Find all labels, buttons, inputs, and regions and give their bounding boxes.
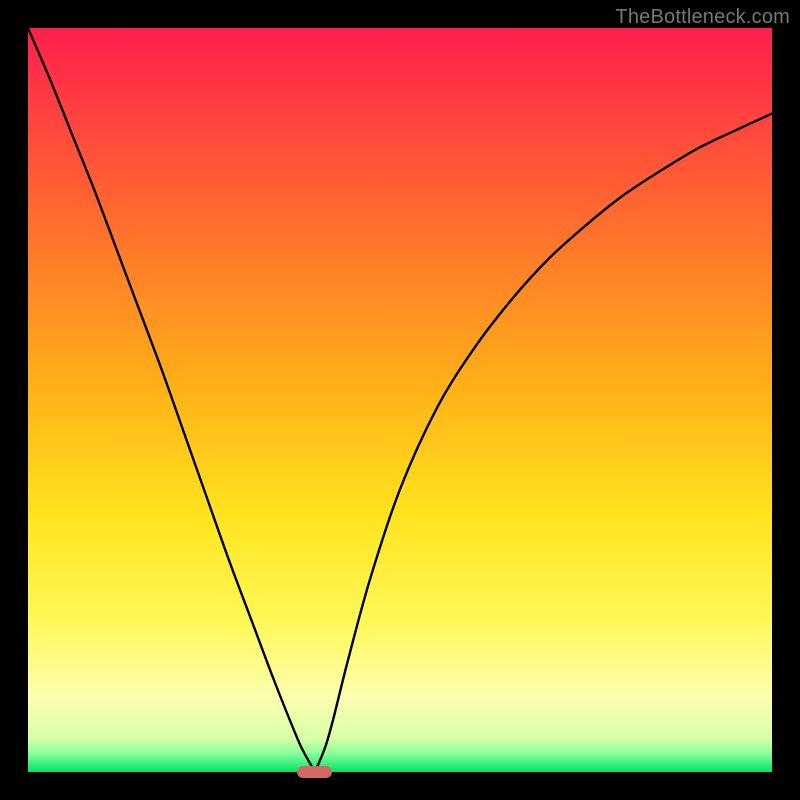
curve-layer — [28, 28, 772, 772]
chart-frame — [28, 28, 772, 772]
watermark-text: TheBottleneck.com — [615, 6, 790, 29]
minimum-marker — [297, 766, 331, 778]
bottleneck-curve — [28, 28, 772, 772]
